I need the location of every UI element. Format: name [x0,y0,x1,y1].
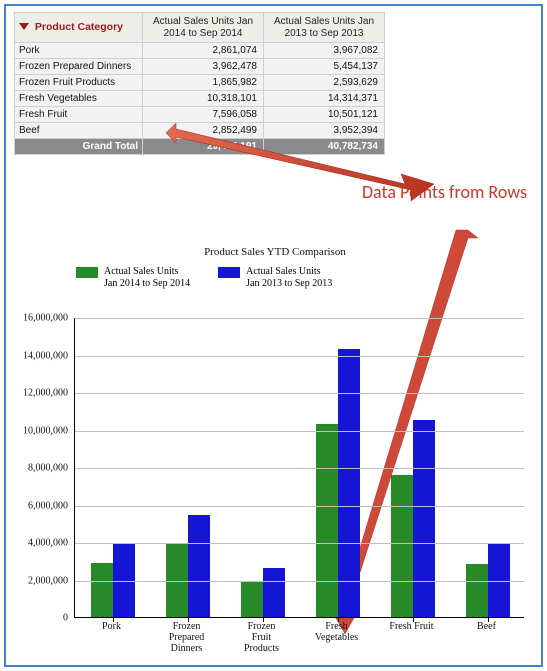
y-tick-label: 10,000,000 [8,425,68,436]
y-tick-label: 8,000,000 [8,463,68,474]
gridline [75,356,524,357]
table-row[interactable]: Fresh Fruit7,596,05810,501,121 [15,107,385,123]
legend-item-2014: Actual Sales Units Jan 2014 to Sep 2014 [76,266,190,289]
chart-legend: Actual Sales Units Jan 2014 to Sep 2014 … [76,266,332,289]
bar-2014[interactable] [391,475,413,617]
legend-label-2014: Actual Sales Units Jan 2014 to Sep 2014 [104,266,190,289]
col-header-2013: Actual Sales Units Jan 2013 to Sep 2013 [264,13,385,43]
chart-plot: 02,000,0004,000,0006,000,0008,000,00010,… [74,318,524,618]
y-tick-label: 6,000,000 [8,500,68,511]
bar-2014[interactable] [466,564,488,617]
gridline [75,468,524,469]
sales-table: Product Category Actual Sales Units Jan … [14,12,385,155]
cell-category: Fresh Fruit [15,107,143,123]
cell-category: Pork [15,43,143,59]
y-tick-label: 4,000,000 [8,538,68,549]
bar-2013[interactable] [338,349,360,617]
cell-2014: 2,852,499 [143,123,264,139]
gridline [75,581,524,582]
x-axis-labels: Pork Frozen Prepared DinnersFrozen Fruit … [74,621,524,661]
total-2013: 40,782,734 [264,139,385,155]
cell-2013: 2,593,629 [264,75,385,91]
table-total-row: Grand Total29,456,19140,782,734 [15,139,385,155]
cell-2014: 7,596,058 [143,107,264,123]
table-row[interactable]: Fresh Vegetables10,318,10114,314,371 [15,91,385,107]
gridline [75,318,524,319]
total-label: Grand Total [15,139,143,155]
cell-2014: 2,861,074 [143,43,264,59]
bar-2014[interactable] [91,563,113,617]
legend-swatch-blue [218,267,240,278]
cell-2014: 10,318,101 [143,91,264,107]
cell-2014: 3,962,478 [143,59,264,75]
category-header-text: Product Category [35,21,123,33]
y-tick-label: 14,000,000 [8,350,68,361]
y-tick-label: 16,000,000 [8,313,68,324]
bar-2014[interactable] [316,424,338,617]
chart-area: Product Sales YTD Comparison Actual Sale… [14,246,536,268]
sales-table-container: Product Category Actual Sales Units Jan … [6,6,541,155]
x-tick-label: Fresh Fruit [377,621,447,632]
gridline [75,506,524,507]
x-tick-label: Frozen Prepared Dinners [152,621,222,654]
table-row[interactable]: Frozen Prepared Dinners3,962,4785,454,13… [15,59,385,75]
y-tick-label: 12,000,000 [8,388,68,399]
legend-label-2013: Actual Sales Units Jan 2013 to Sep 2013 [246,266,332,289]
cell-category: Beef [15,123,143,139]
y-tick-label: 0 [8,613,68,624]
cell-2013: 10,501,121 [264,107,385,123]
cell-category: Frozen Fruit Products [15,75,143,91]
cell-2013: 14,314,371 [264,91,385,107]
cell-category: Fresh Vegetables [15,91,143,107]
gridline [75,431,524,432]
annotation-label: Data Points from Rows [362,182,527,203]
bar-2013[interactable] [413,420,435,617]
cell-category: Frozen Prepared Dinners [15,59,143,75]
legend-swatch-green [76,267,98,278]
cell-2013: 3,967,082 [264,43,385,59]
filter-icon[interactable] [19,23,29,33]
x-tick-label: Frozen Fruit Products [227,621,297,654]
col-header-2014: Actual Sales Units Jan 2014 to Sep 2014 [143,13,264,43]
bar-2013[interactable] [188,515,210,617]
total-2014: 29,456,191 [143,139,264,155]
chart-title: Product Sales YTD Comparison [14,246,536,258]
x-tick-label: Fresh Vegetables [302,621,372,643]
bar-2013[interactable] [263,568,285,617]
cell-2013: 3,952,394 [264,123,385,139]
category-header[interactable]: Product Category [15,13,143,43]
table-row[interactable]: Beef2,852,4993,952,394 [15,123,385,139]
cell-2014: 1,865,982 [143,75,264,91]
table-row[interactable]: Pork2,861,0743,967,082 [15,43,385,59]
cell-2013: 5,454,137 [264,59,385,75]
x-tick-label: Beef [452,621,522,632]
legend-item-2013: Actual Sales Units Jan 2013 to Sep 2013 [218,266,332,289]
y-tick-label: 2,000,000 [8,575,68,586]
x-tick-label: Pork [77,621,147,632]
gridline [75,543,524,544]
bar-2014[interactable] [241,582,263,617]
table-row[interactable]: Frozen Fruit Products1,865,9822,593,629 [15,75,385,91]
gridline [75,393,524,394]
